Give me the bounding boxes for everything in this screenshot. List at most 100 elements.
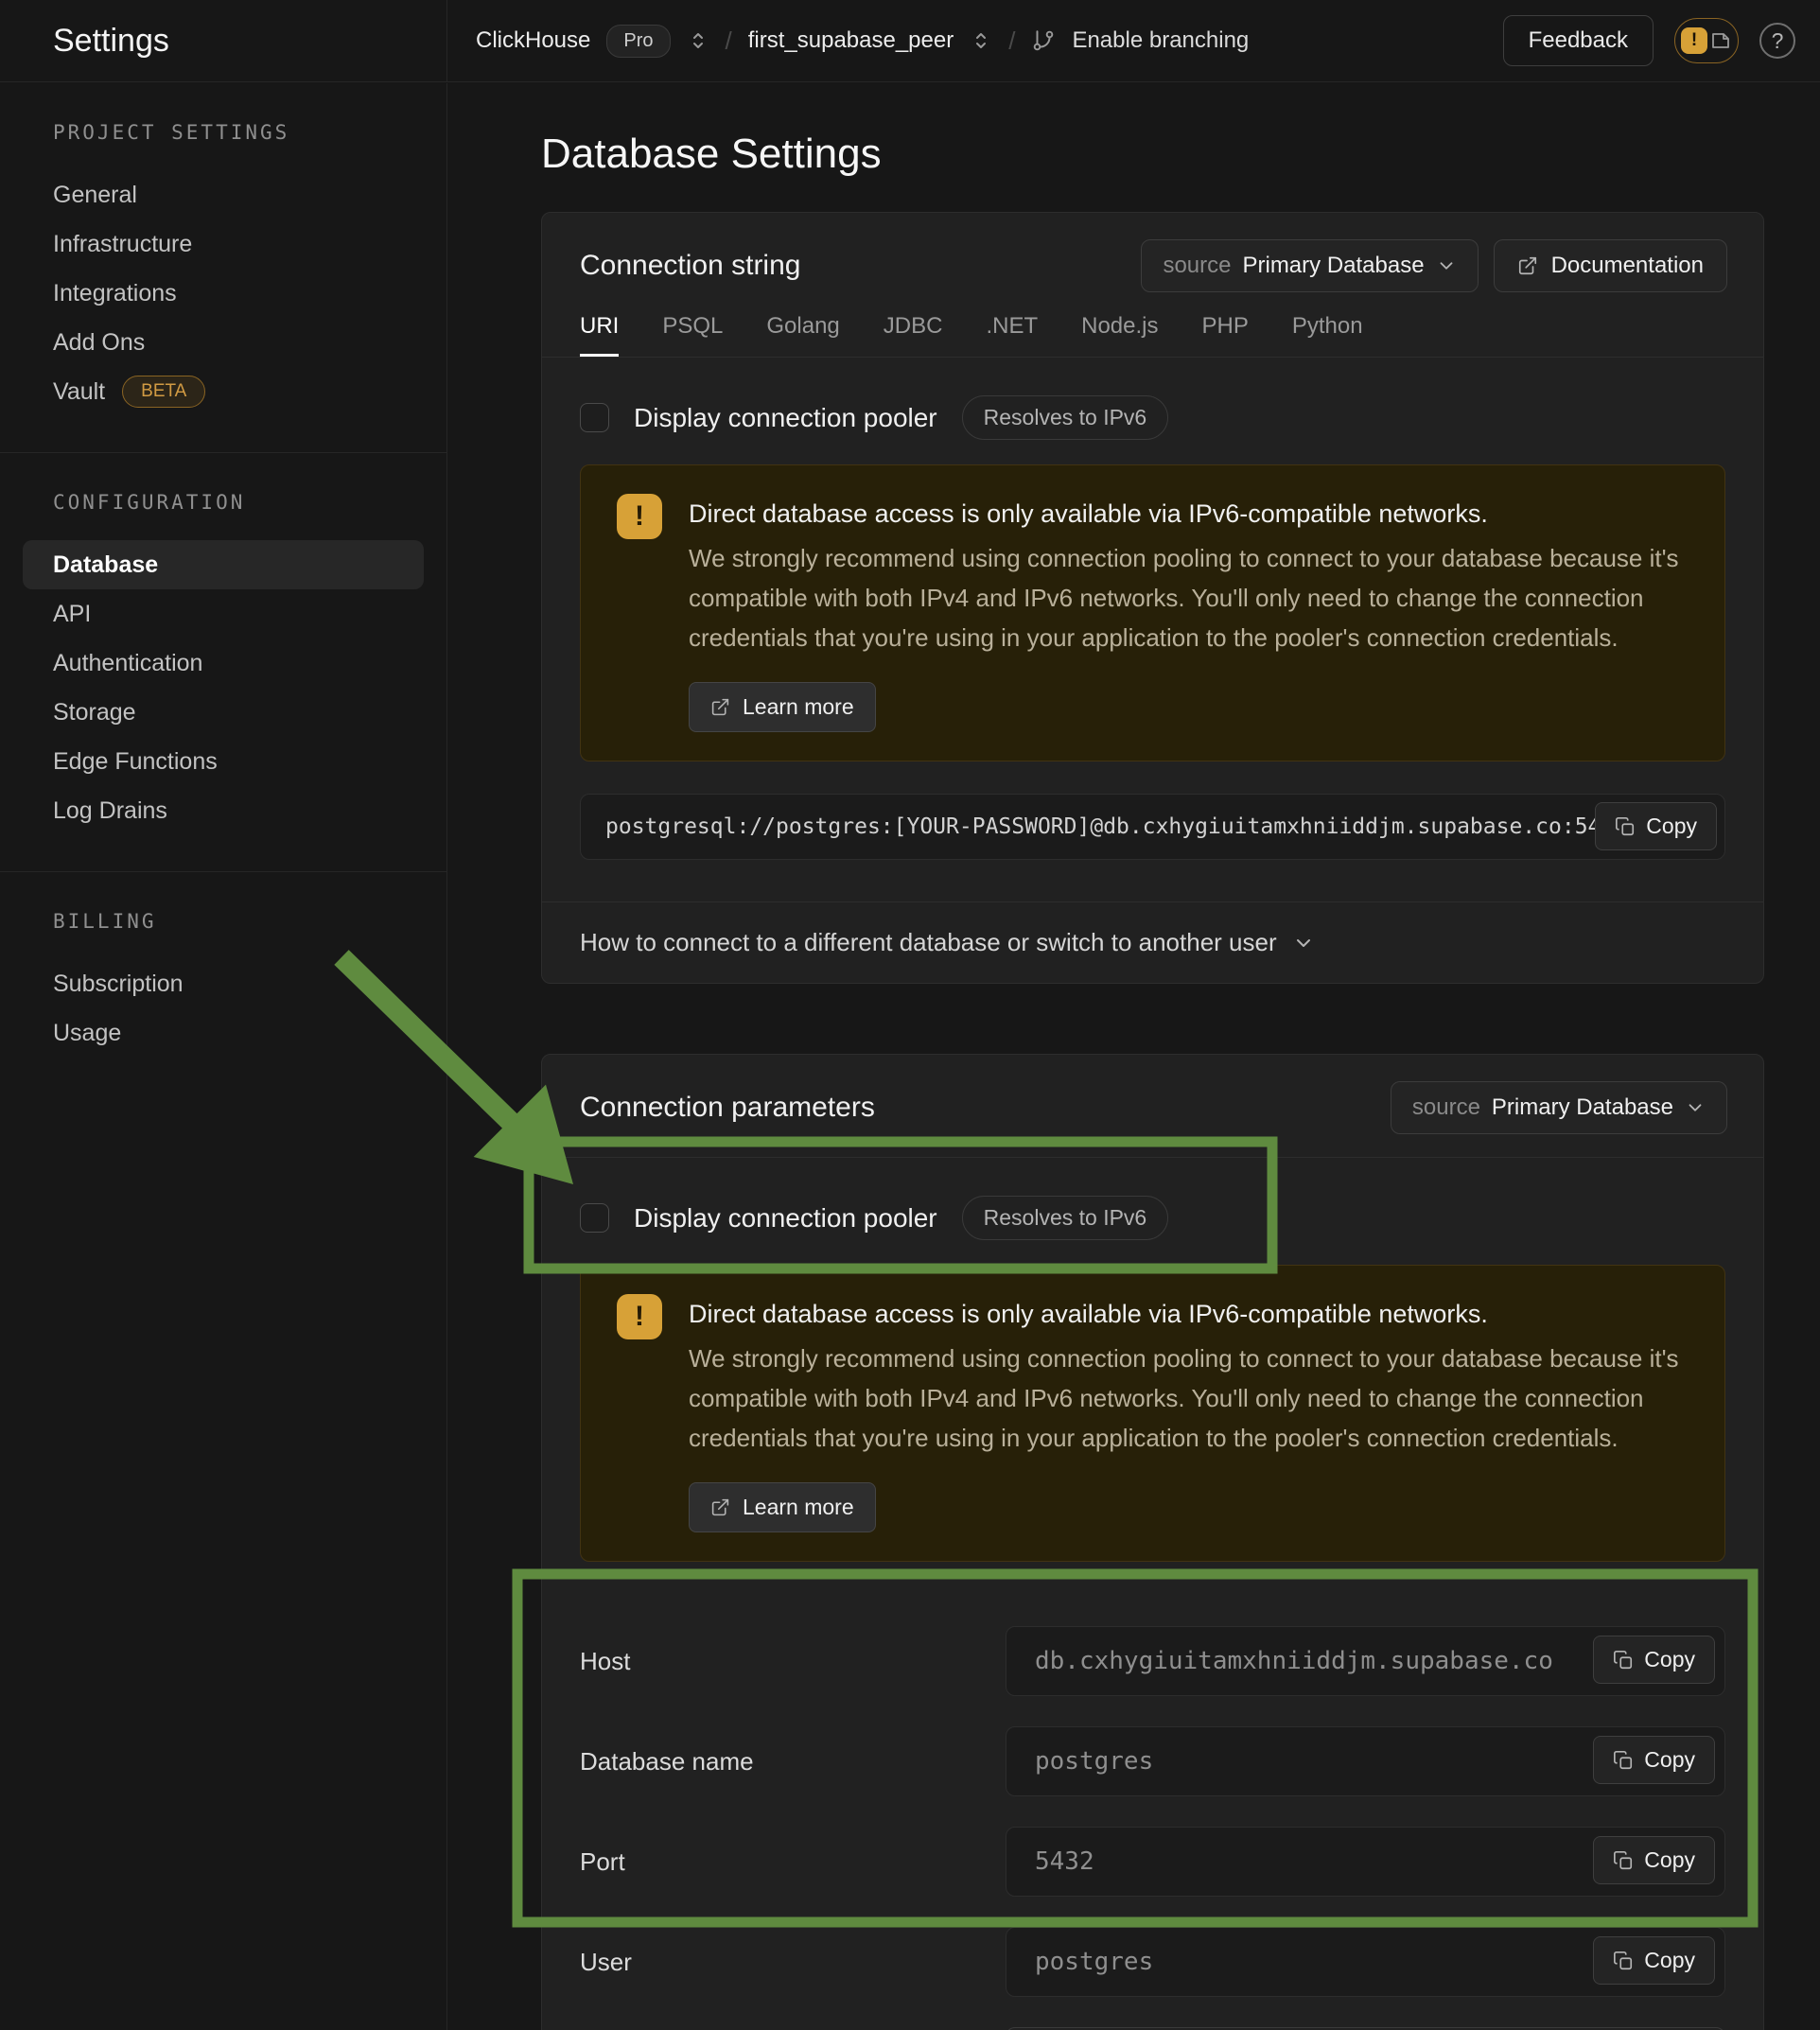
- sidebar-item-integrations[interactable]: Integrations: [0, 269, 446, 318]
- tab-golang[interactable]: Golang: [766, 313, 839, 357]
- section-title-project-settings: PROJECT SETTINGS: [53, 121, 446, 144]
- sidebar-section-project-settings: PROJECT SETTINGS General Infrastructure …: [0, 83, 446, 452]
- port-field[interactable]: 5432 Copy: [1006, 1827, 1725, 1897]
- chevron-down-icon: [1292, 932, 1315, 954]
- breadcrumb-project[interactable]: first_supabase_peer: [748, 27, 954, 54]
- sidebar-item-api[interactable]: API: [0, 589, 446, 639]
- tab-python[interactable]: Python: [1292, 313, 1363, 357]
- plan-badge: Pro: [606, 25, 670, 58]
- org-selector-icon[interactable]: [687, 29, 709, 52]
- pooler-label-2: Display connection pooler: [634, 1203, 937, 1234]
- connection-params-list: Host db.cxhygiuitamxhniiddjm.supabase.co…: [580, 1562, 1725, 2030]
- cp-card-title: Connection parameters: [580, 1092, 875, 1124]
- learn-more-button-2[interactable]: Learn more: [689, 1482, 876, 1532]
- param-row-database-name: Database name postgres Copy: [580, 1726, 1725, 1796]
- sidebar-item-database[interactable]: Database: [23, 540, 424, 589]
- resolves-ipv6-badge-2: Resolves to IPv6: [962, 1196, 1169, 1240]
- external-link-icon: [710, 697, 730, 717]
- port-label: Port: [580, 1847, 1006, 1877]
- copy-host-button[interactable]: Copy: [1593, 1636, 1715, 1684]
- sidebar: PROJECT SETTINGS General Infrastructure …: [0, 83, 447, 2030]
- warning-icon: !: [617, 494, 662, 539]
- copy-connection-string-button[interactable]: Copy: [1595, 802, 1717, 850]
- tab-jdbc[interactable]: JDBC: [884, 313, 943, 357]
- pooler-label: Display connection pooler: [634, 403, 937, 433]
- sidebar-item-usage[interactable]: Usage: [0, 1008, 446, 1058]
- notice-body-2: We strongly recommend using connection p…: [689, 1339, 1679, 1458]
- sidebar-section-configuration: CONFIGURATION Database API Authenticatio…: [0, 452, 446, 871]
- help-icon[interactable]: ?: [1759, 23, 1795, 59]
- copy-database-name-button[interactable]: Copy: [1593, 1736, 1715, 1784]
- display-connection-pooler-checkbox-2[interactable]: [580, 1203, 609, 1233]
- header-breadcrumb-bar: ClickHouse Pro / first_supabase_peer / E…: [447, 0, 1820, 81]
- external-link-icon: [710, 1497, 730, 1517]
- tab-php[interactable]: PHP: [1201, 313, 1248, 357]
- feedback-button[interactable]: Feedback: [1503, 15, 1654, 66]
- resolves-ipv6-badge: Resolves to IPv6: [962, 395, 1169, 440]
- ipv6-notice-2: ! Direct database access is only availab…: [580, 1265, 1725, 1562]
- cp-card-header: Connection parameters source Primary Dat…: [542, 1055, 1763, 1158]
- user-label: User: [580, 1948, 1006, 1977]
- sidebar-item-general[interactable]: General: [0, 170, 446, 219]
- param-row-user: User postgres Copy: [580, 1927, 1725, 1997]
- database-name-label: Database name: [580, 1747, 1006, 1776]
- connect-help-accordion[interactable]: How to connect to a different database o…: [542, 901, 1763, 983]
- tab-dotnet[interactable]: .NET: [986, 313, 1038, 357]
- sidebar-item-log-drains[interactable]: Log Drains: [0, 786, 446, 835]
- cs-card-body: Display connection pooler Resolves to IP…: [542, 358, 1763, 901]
- user-field[interactable]: postgres Copy: [1006, 1927, 1725, 1997]
- cp-source-select[interactable]: source Primary Database: [1391, 1081, 1727, 1134]
- cs-source-select[interactable]: source Primary Database: [1141, 239, 1478, 292]
- database-name-field[interactable]: postgres Copy: [1006, 1726, 1725, 1796]
- connection-parameters-card: Connection parameters source Primary Dat…: [541, 1054, 1764, 2030]
- notice-content: Direct database access is only available…: [689, 494, 1679, 732]
- tab-psql[interactable]: PSQL: [662, 313, 723, 357]
- sidebar-item-infrastructure[interactable]: Infrastructure: [0, 219, 446, 269]
- app-title: Settings: [53, 23, 169, 60]
- warning-icon: !: [1681, 27, 1707, 54]
- ipv6-notice: ! Direct database access is only availab…: [580, 464, 1725, 761]
- host-field[interactable]: db.cxhygiuitamxhniiddjm.supabase.co Copy: [1006, 1626, 1725, 1696]
- documentation-button[interactable]: Documentation: [1494, 239, 1727, 292]
- tab-nodejs[interactable]: Node.js: [1081, 313, 1158, 357]
- learn-more-button[interactable]: Learn more: [689, 682, 876, 732]
- enable-branching-button[interactable]: Enable branching: [1072, 27, 1249, 54]
- cs-card-header: Connection string source Primary Databas…: [542, 213, 1763, 292]
- param-row-host: Host db.cxhygiuitamxhniiddjm.supabase.co…: [580, 1626, 1725, 1696]
- copy-icon: [1613, 1850, 1634, 1871]
- breadcrumb-org[interactable]: ClickHouse: [476, 27, 590, 54]
- host-label: Host: [580, 1647, 1006, 1676]
- copy-user-button[interactable]: Copy: [1593, 1936, 1715, 1985]
- cp-header-controls: source Primary Database: [1391, 1081, 1727, 1134]
- chevron-down-icon: [1685, 1097, 1706, 1118]
- sidebar-item-edge-functions[interactable]: Edge Functions: [0, 737, 446, 786]
- header-actions: Feedback ! ?: [1503, 15, 1795, 66]
- tab-uri[interactable]: URI: [580, 313, 619, 357]
- copy-port-button[interactable]: Copy: [1593, 1836, 1715, 1884]
- cs-header-controls: source Primary Database Documentation: [1141, 239, 1727, 292]
- sidebar-item-vault[interactable]: Vault BETA: [0, 367, 446, 416]
- param-row-port: Port 5432 Copy: [580, 1827, 1725, 1897]
- sidebar-item-add-ons[interactable]: Add Ons: [0, 318, 446, 367]
- connection-string-value[interactable]: postgresql://postgres:[YOUR-PASSWORD]@db…: [580, 794, 1725, 860]
- header: Settings ClickHouse Pro / first_supabase…: [0, 0, 1820, 82]
- display-connection-pooler-checkbox[interactable]: [580, 403, 609, 432]
- page-title: Database Settings: [541, 131, 1764, 178]
- cp-card-body: Display connection pooler Resolves to IP…: [542, 1158, 1763, 2030]
- sidebar-item-storage[interactable]: Storage: [0, 688, 446, 737]
- cp-pooler-row: Display connection pooler Resolves to IP…: [580, 1196, 1725, 1240]
- copy-icon: [1615, 816, 1636, 837]
- warning-icon: !: [617, 1294, 662, 1339]
- sidebar-item-authentication[interactable]: Authentication: [0, 639, 446, 688]
- notice-title: Direct database access is only available…: [689, 499, 1679, 529]
- sidebar-item-subscription[interactable]: Subscription: [0, 959, 446, 1008]
- connection-string-tabs: URI PSQL Golang JDBC .NET Node.js PHP Py…: [542, 313, 1763, 358]
- project-selector-icon[interactable]: [970, 29, 992, 52]
- cs-card-title: Connection string: [580, 250, 800, 282]
- section-title-configuration: CONFIGURATION: [53, 491, 446, 514]
- sidebar-section-billing: BILLING Subscription Usage: [0, 871, 446, 1094]
- copy-icon: [1613, 1650, 1634, 1671]
- notification-avatar-pill[interactable]: !: [1674, 18, 1739, 63]
- section-title-billing: BILLING: [53, 910, 446, 933]
- git-branch-icon: [1031, 28, 1056, 53]
